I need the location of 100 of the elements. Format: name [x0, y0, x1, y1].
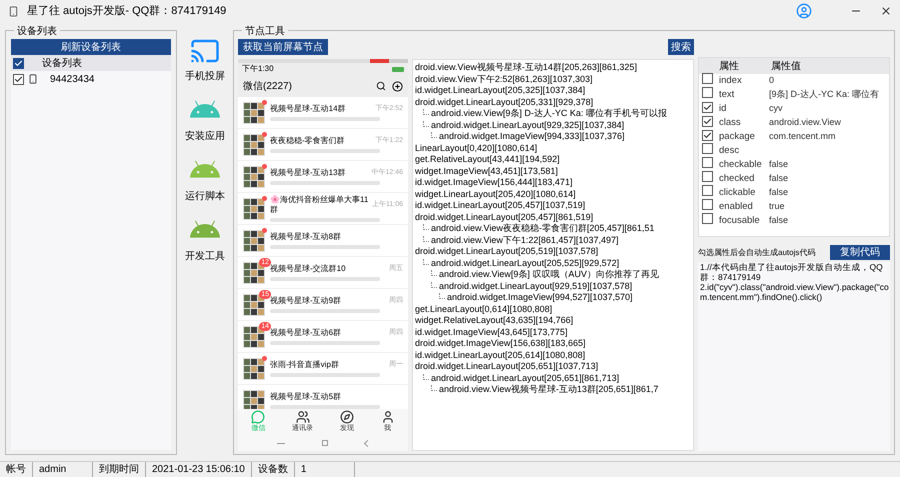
- tree-node[interactable]: android.view.View[9条] 叹叹哦（AUV）向你推荐了再见: [439, 269, 659, 280]
- tree-node[interactable]: LinearLayout[0,420][1080,614]: [415, 142, 538, 154]
- checkbox[interactable]: [13, 58, 24, 68]
- checkbox[interactable]: [702, 170, 713, 182]
- tree-node[interactable]: android.widget.LinearLayout[205,651][861,713]: [431, 372, 620, 384]
- status-value: 1: [294, 462, 355, 477]
- chat-title: 夜夜稳稳-零食害们群: [270, 136, 346, 146]
- property-value: android.view.View: [769, 116, 841, 130]
- chat-icon: [251, 410, 266, 424]
- tree-node[interactable]: widget.RelativeLayout[43,635][194,766]: [415, 315, 574, 326]
- property-name: desc: [719, 144, 740, 158]
- chat-title: 视频号星球-互动14群: [270, 104, 347, 114]
- tree-node[interactable]: android.view.View视频号星球-互动13群[205,651][861,7: [439, 384, 658, 396]
- tree-node[interactable]: android.widget.LinearLayout[205,525][929,572]: [431, 258, 620, 269]
- tree-node[interactable]: android.widget.ImageView[994,333][1037,376]: [439, 131, 624, 142]
- tree-node[interactable]: widget.LinearLayout[205,420][1080,614]: [415, 188, 576, 200]
- chat-title: 视频号星球-互动8群: [270, 232, 342, 242]
- app-icon: [8, 6, 19, 16]
- group-avatar: [243, 230, 265, 252]
- chat-title: 视频号星球-互动9群: [270, 296, 342, 306]
- tree-node[interactable]: droid.widget.ImageView[156,638][183,665]: [415, 338, 586, 350]
- property-name: focusable: [719, 214, 761, 228]
- refresh-button[interactable]: 刷新设备列表: [11, 39, 171, 55]
- property-name: enabled: [719, 200, 754, 214]
- user-icon[interactable]: [796, 3, 812, 19]
- device-name[interactable]: 94423434: [50, 72, 94, 86]
- capture-button[interactable]: 获取当前屏幕节点: [238, 39, 328, 55]
- tree-node[interactable]: droid.view.View视频号星球-互动14群[205,263][861,325]: [415, 62, 637, 74]
- tree-node[interactable]: get.LinearLayout[0,614][1080,808]: [415, 304, 552, 315]
- chat-title: 视频号星球-互动6群: [270, 328, 342, 338]
- checkbox[interactable]: [702, 184, 713, 196]
- property-value: 0: [769, 74, 774, 88]
- tree-node[interactable]: android.view.View下午1:22[861,457][1037,497]: [431, 234, 618, 246]
- tree-node[interactable]: get.RelativeLayout[43,441][194,592]: [415, 154, 560, 166]
- tree-node[interactable]: widget.ImageView[43,451][173,581]: [415, 166, 558, 177]
- chat-title: 视频号星球-交流群10: [270, 264, 347, 274]
- tree-node[interactable]: id.widget.ImageView[156,444][183,471]: [415, 177, 572, 188]
- search-button[interactable]: 搜索: [668, 39, 694, 55]
- status-value: admin: [33, 462, 93, 477]
- tree-node[interactable]: droid.widget.LinearLayout[205,331][929,378]: [415, 96, 594, 108]
- tool-button[interactable]: 安装应用: [185, 96, 225, 144]
- chat-row[interactable]: 视频号星球-互动8群: [238, 225, 408, 257]
- checkbox[interactable]: [702, 156, 713, 168]
- status-time: 下午1:30: [242, 63, 274, 75]
- property-name: package: [719, 130, 756, 144]
- chat-title: 张雨-抖音直播vip群: [270, 360, 340, 370]
- property-value: cyv: [769, 102, 782, 116]
- property-value: false: [769, 214, 788, 228]
- checkbox[interactable]: [702, 142, 713, 154]
- property-value: false: [769, 158, 788, 172]
- tree-node[interactable]: android.widget.ImageView[994,527][1037,570]: [447, 292, 632, 304]
- tree-node[interactable]: android.widget.LinearLayout[929,519][1037,578]: [439, 280, 632, 292]
- property-name: id: [719, 102, 728, 116]
- group-avatar: [243, 198, 265, 220]
- close-icon[interactable]: [880, 5, 892, 17]
- group-avatar: [243, 134, 265, 156]
- search-icon[interactable]: [376, 81, 386, 91]
- property-value: true: [769, 200, 785, 214]
- status-value: 2021-01-23 15:06:10: [146, 462, 252, 477]
- add-icon[interactable]: [392, 80, 403, 92]
- tree-node[interactable]: droid.widget.LinearLayout[205,651][1037,713]: [415, 361, 598, 372]
- group-avatar: [243, 102, 265, 124]
- tree-node[interactable]: id.widget.LinearLayout[205,457][1037,519]: [415, 200, 586, 212]
- tool-button[interactable]: 手机投屏: [185, 36, 225, 84]
- checkbox[interactable]: [702, 212, 713, 224]
- tool-button[interactable]: 开发工具: [185, 216, 225, 264]
- app-title: 微信(2227): [243, 80, 293, 94]
- tree-node[interactable]: droid.widget.LinearLayout[205,457][861,519]: [415, 212, 594, 223]
- status-label: 帐号: [0, 462, 33, 477]
- checkbox[interactable]: [702, 130, 713, 141]
- person-icon: [380, 410, 395, 424]
- battery-icon: [392, 66, 404, 72]
- tree-node[interactable]: id.widget.LinearLayout[205,325][1037,384]: [415, 85, 586, 96]
- property-name: index: [719, 74, 743, 88]
- checkbox[interactable]: [702, 116, 713, 127]
- tree-node[interactable]: id.widget.ImageView[43,645][173,775]: [415, 326, 568, 338]
- tree-node[interactable]: id.widget.LinearLayout[205,614][1080,808]: [415, 350, 586, 361]
- property-name: checked: [719, 172, 756, 186]
- checkbox[interactable]: [13, 74, 24, 84]
- checkbox[interactable]: [702, 86, 713, 98]
- copy-button[interactable]: 复制代码: [830, 245, 890, 260]
- phone-icon: [28, 74, 38, 84]
- tree-node[interactable]: droid.view.View下午2:52[861,263][1037,303]: [415, 74, 592, 85]
- checkbox[interactable]: [702, 72, 713, 84]
- panel-title: 节点工具: [242, 24, 288, 39]
- group-avatar: [243, 390, 265, 409]
- status-label: 到期时间: [93, 462, 146, 477]
- column-header: 属性值: [771, 60, 801, 74]
- tree-node[interactable]: android.widget.LinearLayout[929,325][1037,384]: [431, 120, 624, 131]
- tree-node[interactable]: android.view.View夜夜稳稳-零食害们群[205,457][861,51: [431, 223, 654, 234]
- code-line: 1.//本代码由星了往autojs开发版自动生成，QQ群：874179149: [700, 262, 884, 282]
- window-title: 星了往 autojs开发版- QQ群：874179149: [27, 4, 226, 19]
- checkbox[interactable]: [702, 198, 713, 210]
- tool-button[interactable]: 运行脚本: [185, 156, 225, 204]
- property-value: com.tencent.mm: [769, 130, 836, 144]
- tree-node[interactable]: droid.widget.LinearLayout[205,519][1037,578]: [415, 246, 598, 258]
- tree-node[interactable]: android.view.View[9条] D-达人-YC Ka: 哪位有手机号可以报: [431, 108, 667, 120]
- group-avatar: [243, 358, 265, 380]
- chat-title: 🌸海优抖音粉丝爆单大事11群: [270, 195, 370, 215]
- checkbox[interactable]: [702, 102, 713, 113]
